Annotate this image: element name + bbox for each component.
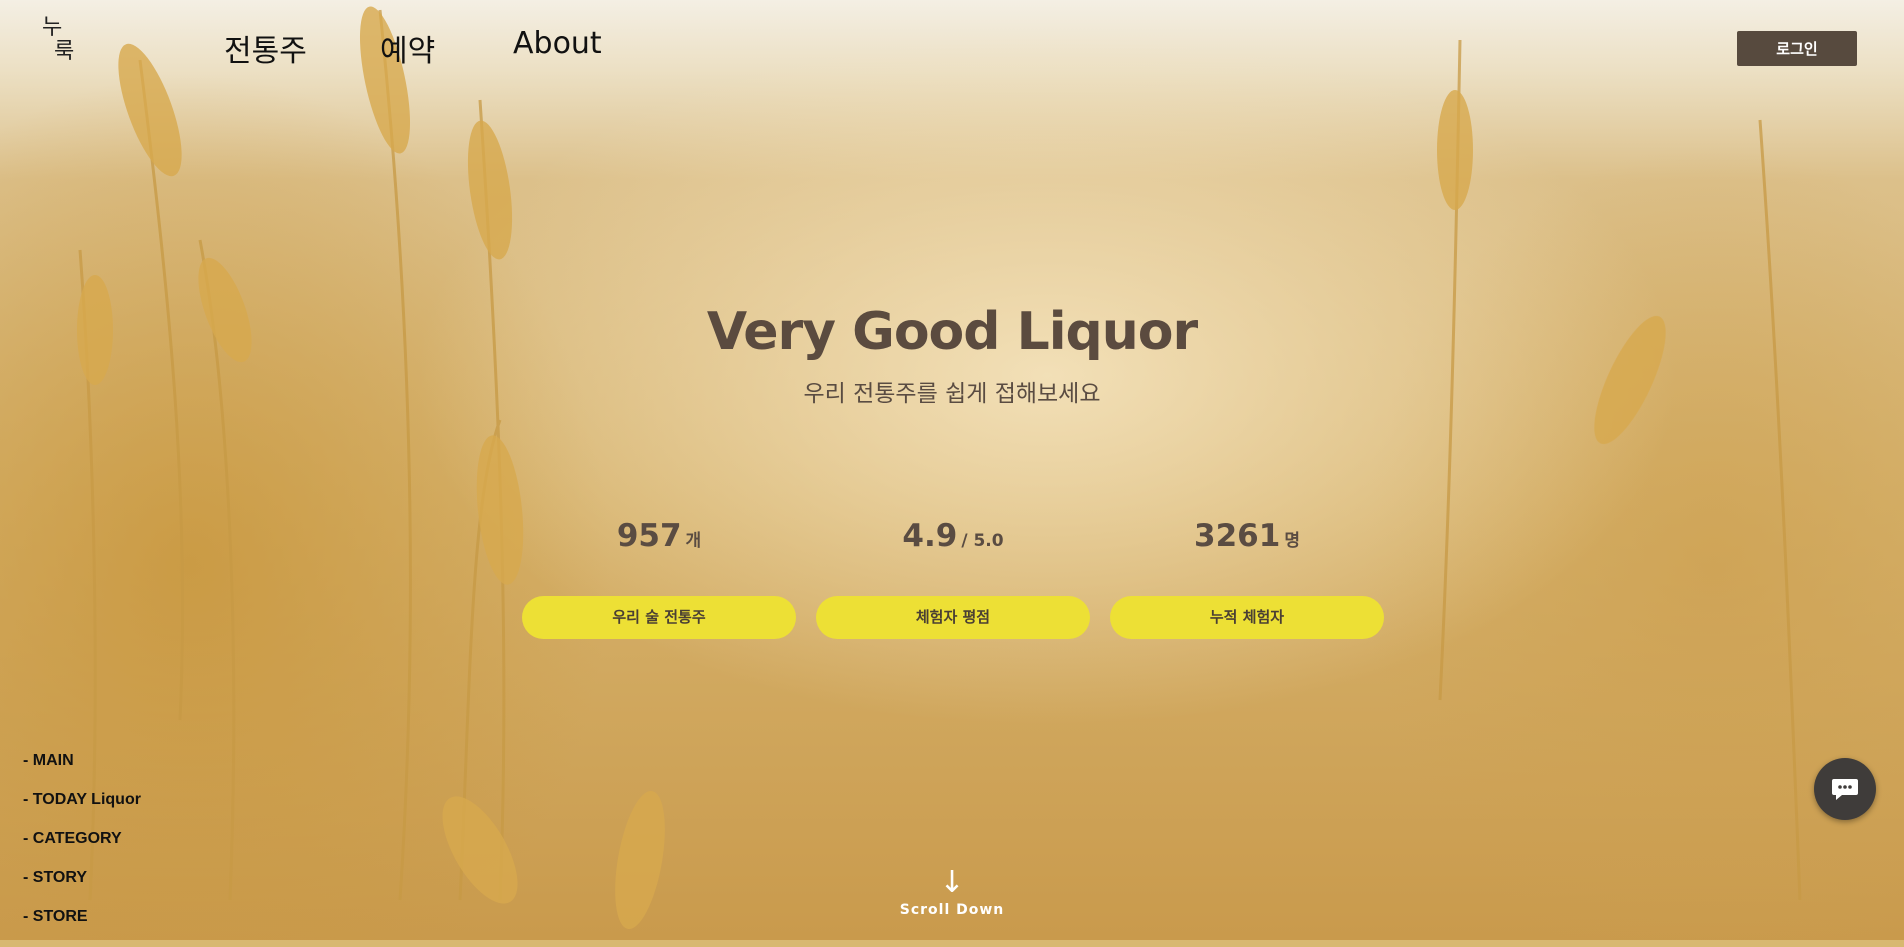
side-nav-category[interactable]: - CATEGORY xyxy=(23,830,141,869)
stat-value: 957 xyxy=(616,518,682,554)
chat-bubble-icon xyxy=(1832,779,1858,800)
stat-liquor-count: 957 개 xyxy=(522,518,796,554)
logo-char-1: 누 xyxy=(42,15,63,40)
nav-reservation[interactable]: 예약 xyxy=(380,26,435,70)
chat-button[interactable] xyxy=(1814,758,1876,820)
nav-about[interactable]: About xyxy=(513,26,602,61)
stat-unit: 명 xyxy=(1284,531,1300,551)
pill-button-liquor[interactable]: 우리 술 전통주 xyxy=(522,596,796,639)
arrow-down-icon: ↓ xyxy=(939,865,965,900)
scroll-down-indicator[interactable]: ↓ Scroll Down xyxy=(872,865,1032,919)
wheat-field-image xyxy=(77,6,1802,930)
hero-subtitle: 우리 전통주를 쉽게 접해보세요 xyxy=(803,381,1101,407)
brand-logo[interactable]: 누 룩 xyxy=(40,16,80,72)
hero-title: Very Good Liquor xyxy=(706,302,1198,362)
logo-char-2: 룩 xyxy=(54,39,75,64)
stat-unit: 개 xyxy=(685,531,702,551)
side-nav-store[interactable]: - STORE xyxy=(23,908,141,947)
side-nav-today-liquor[interactable]: - TODAY Liquor xyxy=(23,791,141,830)
stat-value: 4.9 xyxy=(902,518,958,554)
side-navigation: - MAIN - TODAY Liquor - CATEGORY - STORY… xyxy=(23,752,141,947)
pill-button-visitors[interactable]: 누적 체험자 xyxy=(1110,596,1384,639)
stat-value: 3261 xyxy=(1194,518,1281,554)
stat-rating: 4.9/ 5.0 xyxy=(816,518,1090,554)
pill-button-rating[interactable]: 체험자 평점 xyxy=(816,596,1090,639)
nav-traditional-liquor[interactable]: 전통주 xyxy=(224,26,307,70)
stat-visitors: 3261 명 xyxy=(1110,518,1384,554)
side-nav-main[interactable]: - MAIN xyxy=(23,752,141,791)
scroll-down-label: Scroll Down xyxy=(899,902,1005,918)
top-header: 누 룩 전통주 예약 About 로그인 xyxy=(0,0,1904,90)
side-nav-story[interactable]: - STORY xyxy=(23,869,141,908)
stat-unit: / 5.0 xyxy=(961,531,1004,551)
login-button[interactable]: 로그인 xyxy=(1737,31,1857,66)
